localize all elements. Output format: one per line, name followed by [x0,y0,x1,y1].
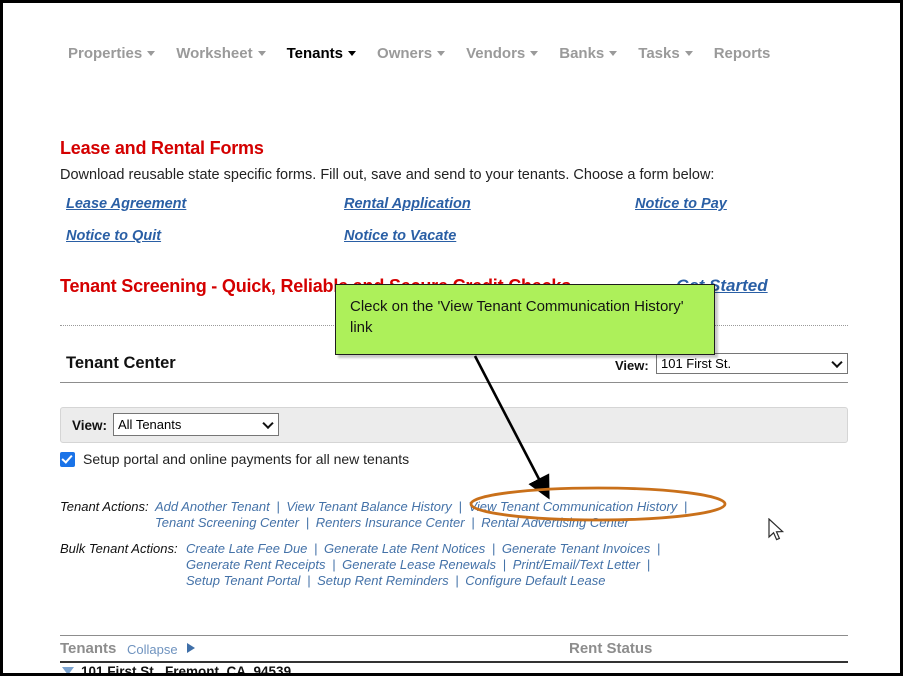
bulk-actions-row-2: Generate Rent Receipts | Generate Lease … [186,557,653,572]
nav-label: Banks [559,45,604,62]
link-generate-lease-renewals[interactable]: Generate Lease Renewals [342,557,496,572]
nav-label: Properties [68,45,142,62]
link-add-another-tenant[interactable]: Add Another Tenant [155,499,270,514]
nav-item-reports[interactable]: Reports [714,45,771,62]
link-generate-late-rent-notices[interactable]: Generate Late Rent Notices [324,541,485,556]
nav-label: Tasks [638,45,679,62]
form-link-notice-to-quit[interactable]: Notice to Quit [66,228,161,244]
link-configure-default-lease[interactable]: Configure Default Lease [465,573,605,588]
mouse-cursor [768,518,786,544]
nav-item-tasks[interactable]: Tasks [638,45,692,62]
collapse-link[interactable]: Collapse [127,642,178,657]
link-generate-rent-receipts[interactable]: Generate Rent Receipts [186,557,325,572]
link-tenant-screening-center[interactable]: Tenant Screening Center [155,515,299,530]
nav-item-tenants[interactable]: Tenants [287,45,356,62]
tooltip-text: Cleck on the 'View Tenant Communication … [350,298,684,336]
nav-label: Worksheet [176,45,252,62]
lease-forms-description: Download reusable state specific forms. … [60,167,714,183]
link-view-tenant-balance-history[interactable]: View Tenant Balance History [286,499,451,514]
nav-item-properties[interactable]: Properties [68,45,155,62]
link-separator: | [303,515,312,530]
form-link-rental-application[interactable]: Rental Application [344,196,471,212]
table-header-divider [60,661,848,663]
nav-item-worksheet[interactable]: Worksheet [176,45,265,62]
link-separator: | [681,499,690,514]
link-view-tenant-communication-history[interactable]: View Tenant Communication History [468,499,677,514]
link-print-email-text-letter[interactable]: Print/Email/Text Letter [513,557,640,572]
link-separator: | [654,541,663,556]
link-rental-advertising-center[interactable]: Rental Advertising Center [481,515,629,530]
chevron-down-icon [348,51,356,56]
link-separator: | [452,573,461,588]
tenant-address-row[interactable]: 101 First St., Fremont, CA, 94539 [81,664,291,676]
browser-page: Properties Worksheet Tenants Owners Vend… [0,0,903,676]
tenant-view-value: All Tenants [118,417,181,432]
link-generate-tenant-invoices[interactable]: Generate Tenant Invoices [502,541,650,556]
column-header-rent-status: Rent Status [569,640,652,657]
link-setup-rent-reminders[interactable]: Setup Rent Reminders [317,573,449,588]
form-link-lease-agreement[interactable]: Lease Agreement [66,196,186,212]
nav-label: Tenants [287,45,343,62]
table-top-divider [60,635,848,636]
bulk-actions-row-3: Setup Tenant Portal | Setup Rent Reminde… [186,573,605,588]
chevron-down-icon[interactable] [62,667,74,675]
chevron-down-icon [262,417,273,428]
tenant-center-title: Tenant Center [66,354,176,373]
nav-label: Vendors [466,45,525,62]
chevron-right-icon[interactable] [187,643,195,653]
link-separator: | [489,541,498,556]
link-separator: | [500,557,509,572]
column-header-tenants: Tenants [60,640,116,657]
chevron-down-icon [831,356,842,367]
view-label-panel: View: [72,418,107,433]
tenant-actions-row-1: Add Another Tenant | View Tenant Balance… [155,499,690,514]
chevron-down-icon [609,51,617,56]
chevron-down-icon [258,51,266,56]
link-separator: | [304,573,313,588]
tenant-view-select[interactable]: All Tenants [113,413,279,436]
link-separator: | [329,557,338,572]
link-separator: | [468,515,477,530]
nav-item-banks[interactable]: Banks [559,45,617,62]
link-create-late-fee-due[interactable]: Create Late Fee Due [186,541,307,556]
link-separator: | [455,499,464,514]
chevron-down-icon [530,51,538,56]
form-link-notice-to-vacate[interactable]: Notice to Vacate [344,228,456,244]
property-view-value: 101 First St. [661,356,731,371]
setup-portal-label: Setup portal and online payments for all… [83,451,409,467]
link-separator: | [273,499,282,514]
setup-portal-checkbox[interactable] [60,452,75,467]
view-label-top: View: [615,358,649,373]
bulk-tenant-actions-label: Bulk Tenant Actions: [60,541,178,556]
chevron-down-icon [147,51,155,56]
nav-label: Owners [377,45,432,62]
nav-item-vendors[interactable]: Vendors [466,45,538,62]
link-separator: | [644,557,653,572]
main-navigation: Properties Worksheet Tenants Owners Vend… [3,38,900,68]
chevron-down-icon [437,51,445,56]
link-setup-tenant-portal[interactable]: Setup Tenant Portal [186,573,300,588]
bulk-actions-row-1: Create Late Fee Due | Generate Late Rent… [186,541,663,556]
property-view-select[interactable]: 101 First St. [656,353,848,374]
link-separator: | [311,541,320,556]
chevron-down-icon [685,51,693,56]
link-renters-insurance-center[interactable]: Renters Insurance Center [316,515,465,530]
lease-forms-heading: Lease and Rental Forms [60,138,264,159]
nav-item-owners[interactable]: Owners [377,45,445,62]
nav-label: Reports [714,45,771,62]
tenant-actions-label: Tenant Actions: [60,499,149,514]
tenant-actions-row-2: Tenant Screening Center | Renters Insura… [155,515,629,530]
form-link-notice-to-pay[interactable]: Notice to Pay [635,196,727,212]
page-canvas: Properties Worksheet Tenants Owners Vend… [3,3,900,673]
tenant-center-divider [60,382,848,383]
instruction-tooltip: Cleck on the 'View Tenant Communication … [335,284,715,355]
